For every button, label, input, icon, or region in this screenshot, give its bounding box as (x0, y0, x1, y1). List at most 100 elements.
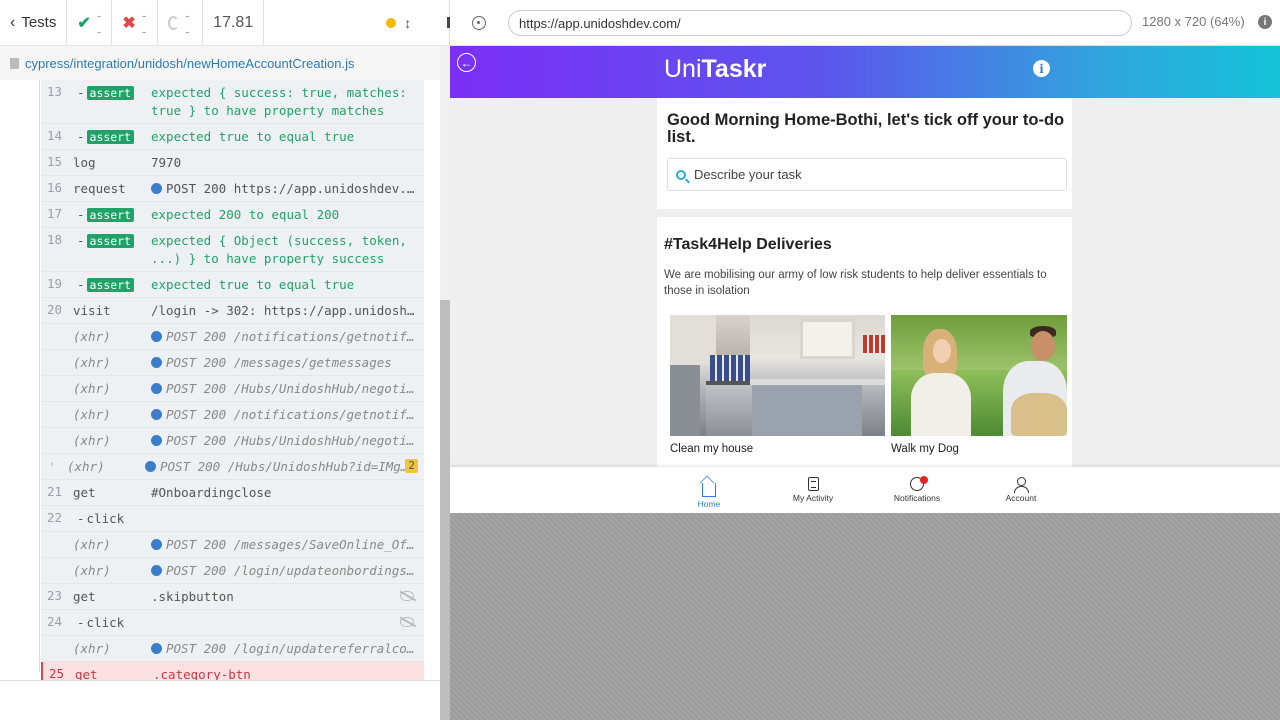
command-row[interactable]: 14- assert expected true to equal true (41, 124, 424, 150)
command-row[interactable]: 17- assert expected 200 to equal 200 (41, 202, 424, 228)
command-message: /login -> 302: https://app.unidoshde… (151, 298, 424, 323)
viewport-info-icon[interactable]: i (1258, 15, 1272, 29)
command-message: POST 200 /notifications/getnotific… (151, 402, 424, 427)
command-row[interactable]: 23 get .skipbutton (41, 584, 424, 610)
command-row[interactable]: 13- assert expected { success: true, match… (41, 80, 424, 124)
xhr-status-dot-icon (151, 357, 162, 368)
xhr-status-dot-icon (151, 409, 162, 420)
nav-my-activity[interactable]: My Activity (778, 477, 848, 503)
tests-button[interactable]: ‹ Tests (0, 0, 68, 46)
duration: 17.81 (203, 0, 265, 46)
task4help-description: We are mobilising our army of low risk s… (664, 269, 1047, 297)
info-icon[interactable]: i (1033, 60, 1050, 77)
tests-label: Tests (21, 14, 57, 31)
command-row[interactable]: (xhr) POST 200 /login/updatereferralcode… (41, 636, 424, 662)
command-number: 25 (49, 666, 65, 681)
check-icon: ✔ (77, 14, 91, 32)
command-row[interactable]: (xhr) POST 200 /Hubs/UnidoshHub/negotiate (41, 428, 424, 454)
command-row[interactable]: 16 request POST 200 https://app.unidoshdev… (41, 176, 424, 202)
dog-walk-image (891, 315, 1067, 436)
command-name: (xhr) (73, 329, 111, 344)
xhr-status-dot-icon (151, 643, 162, 654)
command-row[interactable]: (xhr) › POST 200 /Hubs/UnidoshHub?id=IMg… 2 (41, 454, 424, 480)
command-name: (xhr) (73, 433, 111, 448)
command-name: (xhr) (73, 407, 111, 422)
spec-path[interactable]: cypress/integration/unidosh/newHomeAccou… (25, 56, 355, 71)
assert-badge: assert (86, 86, 135, 100)
command-row[interactable]: (xhr) POST 200 /Hubs/UnidoshHub/negotiate (41, 376, 424, 402)
command-name-text: click (86, 615, 125, 630)
reporter-header: ‹ Tests ✔ -- ✖ -- -- 17.81 ↕ (0, 0, 459, 46)
child-dash: - (77, 615, 85, 630)
command-message: expected true to equal true (151, 272, 424, 297)
command-message: POST 200 /notifications/getnotific… (151, 324, 424, 349)
command-message: 7970 (151, 150, 424, 175)
command-log: 13- assert expected { success: true, match… (0, 80, 440, 720)
command-name: -assert (77, 129, 135, 144)
xhr-status-dot-icon (151, 565, 162, 576)
command-name: (xhr) (73, 381, 111, 396)
nav-notifications-label: Notifications (893, 493, 941, 503)
xhr-status-dot-icon (151, 539, 162, 550)
task-tile-clean-house[interactable]: Clean my house (670, 315, 885, 455)
selector-playground-icon[interactable] (472, 16, 486, 30)
spec-path-bar: cypress/integration/unidosh/newHomeAccou… (0, 46, 440, 80)
task-tile-label: Walk my Dog (891, 443, 959, 455)
back-arrow-circle-icon[interactable]: ← (457, 53, 476, 72)
pending-circle-icon (167, 15, 180, 30)
command-row[interactable]: 20 visit/login -> 302: https://app.unidos… (41, 298, 424, 324)
command-number: 19 (47, 276, 63, 291)
command-name: -assert (77, 85, 135, 100)
nav-notifications[interactable]: Notifications (882, 476, 952, 503)
command-message-text: #Onboardingclose (151, 485, 272, 500)
child-dash: - (77, 233, 85, 248)
command-name: get (73, 589, 96, 604)
command-name: -assert (77, 207, 135, 222)
command-message-text: POST 200 /notifications/getnotific… (166, 407, 424, 422)
auto-scroll-icon[interactable]: ↕ (404, 15, 411, 31)
command-number: 22 (47, 510, 63, 525)
command-row[interactable]: 19 - assert expected true to equal true (41, 272, 424, 298)
xhr-status-dot-icon (151, 331, 162, 342)
expand-caret-icon[interactable]: › (49, 459, 55, 470)
command-name: - click (77, 511, 124, 526)
nav-home[interactable]: Home (674, 477, 744, 509)
command-message-text: expected true to equal true (151, 277, 355, 292)
file-icon (10, 57, 19, 69)
command-number: 13 (47, 84, 63, 99)
reporter-scroll-thumb[interactable] (440, 300, 450, 720)
command-row[interactable]: (xhr) POST 200 /notifications/getnotific… (41, 402, 424, 428)
command-name-text: click (86, 511, 125, 526)
search-icon (676, 169, 686, 180)
command-row[interactable]: (xhr) POST 200 /messages/getmessages (41, 350, 424, 376)
request-count-badge: 2 (405, 459, 418, 473)
command-message: POST 200 /messages/getmessages (151, 350, 424, 375)
command-row[interactable]: 21 get #Onboardingclose (41, 480, 424, 506)
command-row[interactable]: (xhr) POST 200 /login/updateonbordingsho… (41, 558, 424, 584)
task-search-box[interactable] (667, 158, 1067, 191)
command-row[interactable]: (xhr) POST 200 /messages/SaveOnline_Offl… (41, 532, 424, 558)
command-row[interactable]: 24- click (41, 610, 424, 636)
task-tile-walk-dog[interactable]: Walk my Dog (891, 315, 1067, 455)
command-name: -assert (77, 277, 135, 292)
nav-account[interactable]: Account (986, 477, 1056, 503)
command-row[interactable]: (xhr) POST 200 /notifications/getnotific… (41, 324, 424, 350)
command-row[interactable]: 15 log 7970 (41, 150, 424, 176)
command-number: 20 (47, 302, 63, 317)
command-message: POST 200 /Hubs/UnidoshHub/negotiate (151, 376, 424, 401)
task-search-input[interactable] (694, 167, 1054, 182)
nav-home-label: Home (697, 499, 721, 509)
url-text: https://app.unidoshdev.com/ (519, 15, 681, 31)
command-message: POST 200 /login/updatereferralcode… (151, 636, 424, 661)
reporter-footer (0, 680, 440, 720)
task-tile-label: Clean my house (670, 443, 754, 455)
command-message-text: POST 200 /Hubs/UnidoshHub?id=IMg… (160, 459, 409, 474)
xhr-status-dot-icon (151, 435, 162, 446)
command-row[interactable]: 22 - click (41, 506, 424, 532)
reporter-panel: ‹ Tests ✔ -- ✖ -- -- 17.81 ↕ cypress/int… (0, 0, 459, 720)
child-dash: - (77, 85, 85, 100)
command-row[interactable]: 18- assert expected { Object (success, tok… (41, 228, 424, 272)
app-frame: ← UniTaskr i Good Morning Home-Bothi, le… (450, 46, 1280, 513)
command-name: log (73, 155, 96, 170)
task4help-title: #Task4Help Deliveries (664, 236, 832, 253)
